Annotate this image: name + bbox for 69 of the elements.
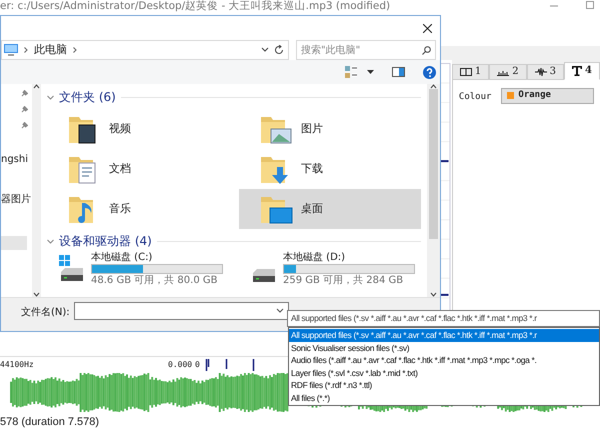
scroll-up-icon[interactable] — [33, 84, 40, 89]
colour-label: Colour — [458, 90, 492, 104]
scroll-down-icon[interactable] — [430, 292, 437, 297]
folder-item[interactable]: 音乐 — [47, 189, 229, 229]
pane-icon — [460, 68, 472, 76]
search-icon — [422, 46, 431, 54]
file-type-option[interactable]: All supported files (*.sv *.aiff *.au *.avr *.caf *.flac *.htk *.iff *.mat *.mp3 *.r — [289, 329, 599, 342]
chevron-right-icon[interactable] — [73, 47, 77, 53]
status-text: 578 (duration 7.578) — [0, 416, 100, 428]
ruler-marks-drawing — [205, 358, 256, 372]
file-type-option[interactable]: Layer files (*.svl *.csv *.lab *.mid *.txt) — [289, 366, 599, 379]
chevron-down-icon[interactable] — [276, 308, 284, 314]
colour-dropdown[interactable]: Orange — [501, 88, 594, 104]
file-type-option[interactable]: Sonic Visualiser session files (*.sv) — [289, 342, 599, 354]
waveform-icon — [534, 68, 547, 76]
chevron-down-icon[interactable] — [261, 47, 269, 53]
folder-item[interactable]: 文档 — [47, 149, 229, 189]
ruler-zero: 0 — [195, 359, 201, 372]
scrollbar-thumb[interactable] — [429, 89, 438, 239]
scroll-down-icon[interactable] — [33, 292, 40, 297]
pin-icon[interactable] — [21, 106, 28, 113]
chevron-right-icon — [24, 47, 28, 53]
nav-item[interactable]: ngshi — [1, 152, 28, 167]
drive-label: 本地磁盘 (C:) — [91, 252, 154, 264]
drive-item[interactable]: 本地磁盘 (D:) 259 GB 可用，共 284 GB — [239, 252, 421, 287]
drive-space-text: 48.6 GB 可用，共 80.0 GB — [91, 274, 218, 287]
section-header[interactable]: 设备和驱动器 (4) — [59, 232, 152, 250]
sample-rate-label: 44100Hz — [0, 359, 35, 372]
address-bar[interactable]: 此电脑 — [1, 40, 289, 60]
filename-field[interactable] — [74, 302, 289, 320]
pane-tab[interactable]: 4 — [564, 62, 600, 80]
preview-pane-icon[interactable] — [392, 67, 405, 77]
help-icon[interactable] — [423, 66, 436, 78]
filename-label: 文件名(N): — [21, 306, 70, 320]
pane-tab[interactable]: 1 — [452, 64, 490, 80]
breadcrumb-item[interactable]: 此电脑 — [34, 42, 67, 58]
collapse-chevron-icon[interactable] — [47, 238, 54, 244]
search-field[interactable]: 搜索"此电脑" — [296, 40, 436, 60]
nav-item[interactable]: 器图片 — [1, 192, 31, 207]
collapse-chevron-icon[interactable] — [47, 94, 54, 100]
pane-tab[interactable]: 3 — [526, 64, 564, 80]
pane-tab[interactable]: 2 — [489, 64, 527, 80]
drive-item[interactable]: 本地磁盘 (C:) 48.6 GB 可用，共 80.0 GB — [47, 252, 229, 287]
file-type-option[interactable]: RDF files (*.rdf *.n3 *.ttl) — [289, 379, 599, 392]
folder-item[interactable]: 视频 — [47, 109, 229, 149]
file-type-option[interactable]: All files (*.*) — [289, 392, 599, 404]
ruler-value: 0.000 — [168, 359, 194, 372]
scroll-up-icon[interactable] — [430, 84, 437, 89]
computer-icon — [4, 44, 18, 56]
pin-icon[interactable] — [21, 90, 28, 97]
view-options-icon[interactable] — [345, 66, 357, 78]
window-title: er: c:/Users/Administrator/Desktop/赵英俊 - 大王叫我来巡山.mp3 (modified) — [0, 0, 390, 13]
text-icon — [572, 66, 582, 76]
file-type-option[interactable]: Audio files (*.aiff *.au *.avr *.caf *.flac *.htk *.iff *.mat *.mp3 *.mpc *.oga *. — [289, 354, 599, 366]
pin-icon[interactable] — [21, 122, 28, 129]
drive-space-text: 259 GB 可用，共 284 GB — [283, 274, 404, 287]
refresh-icon[interactable] — [275, 45, 284, 55]
content-scrollbar[interactable] — [427, 84, 440, 297]
caret-down-icon[interactable] — [367, 70, 374, 74]
folder-item[interactable]: 图片 — [239, 109, 421, 149]
maximize-icon[interactable] — [586, 1, 594, 9]
section-header[interactable]: 文件夹 (6) — [59, 88, 116, 106]
drive-label: 本地磁盘 (D:) — [283, 252, 346, 264]
colour-swatch-icon — [507, 92, 514, 100]
close-icon[interactable] — [423, 24, 432, 32]
folder-item[interactable]: 桌面 — [239, 189, 421, 229]
nav-scrollbar[interactable] — [32, 84, 41, 297]
folder-item[interactable]: 下载 — [239, 149, 421, 189]
file-type-select[interactable]: All supported files (*.sv *.aiff *.au *.avr *.caf *.flac *.htk *.iff *.mat *.mp3 *.r — [287, 310, 600, 327]
